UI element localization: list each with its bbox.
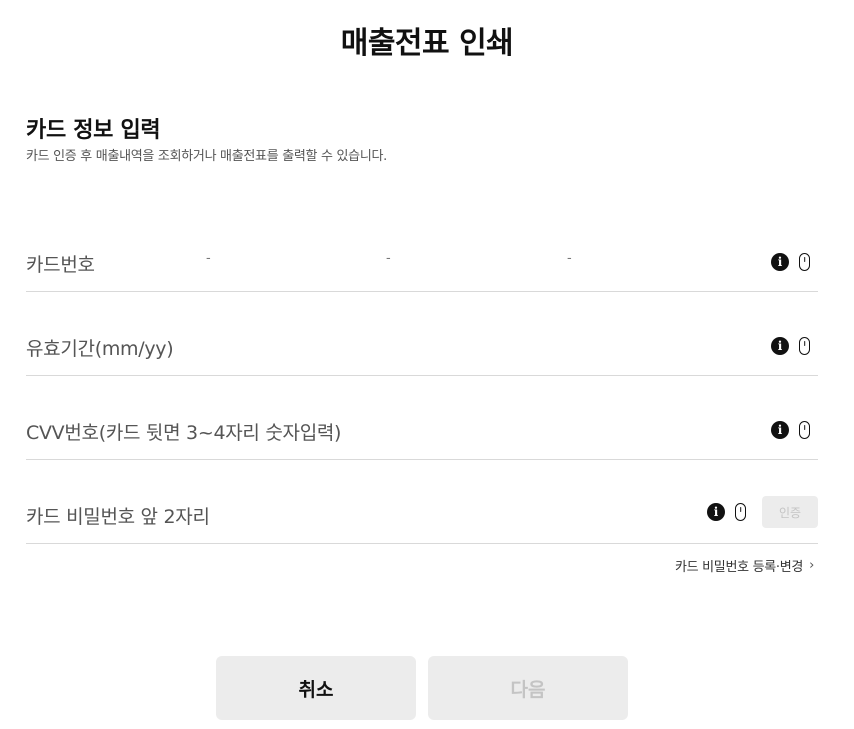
card-number-label: 카드번호 xyxy=(26,254,95,276)
password-icons: i 인증 xyxy=(707,496,818,528)
section-title: 카드 정보 입력 xyxy=(26,118,161,143)
card-number-seg3-input[interactable] xyxy=(406,236,530,286)
verify-button[interactable]: 인증 xyxy=(762,496,818,528)
mouse-icon[interactable] xyxy=(799,337,810,355)
card-number-seg2-input[interactable] xyxy=(226,236,350,286)
cvv-input[interactable] xyxy=(366,404,750,454)
cvv-label: CVV번호(카드 뒷면 3~4자리 숫자입력) xyxy=(26,422,342,444)
password-register-link[interactable]: 카드 비밀번호 등록·변경 › xyxy=(675,556,814,575)
cvv-icons: i xyxy=(771,418,810,442)
section-description: 카드 인증 후 매출내역을 조회하거나 매출전표를 출력할 수 있습니다. xyxy=(26,149,387,164)
page-title: 매출전표 인쇄 xyxy=(340,26,514,61)
card-number-separator: - xyxy=(567,251,572,266)
info-icon[interactable]: i xyxy=(771,253,789,271)
mouse-icon[interactable] xyxy=(799,421,810,439)
card-number-seg4-input[interactable] xyxy=(586,236,710,286)
mouse-icon[interactable] xyxy=(799,253,810,271)
card-number-seg3-container xyxy=(406,236,530,286)
card-number-seg2-container xyxy=(226,236,350,286)
cancel-button[interactable]: 취소 xyxy=(216,656,416,720)
mouse-icon[interactable] xyxy=(735,503,746,521)
expiry-input[interactable] xyxy=(226,320,750,370)
chevron-right-icon: › xyxy=(809,558,814,573)
expiry-row: 유효기간(mm/yy) i xyxy=(26,316,818,376)
expiry-icons: i xyxy=(771,334,810,358)
card-number-icons: i xyxy=(771,250,810,274)
card-number-separator: - xyxy=(386,251,391,266)
info-icon[interactable]: i xyxy=(771,421,789,439)
card-number-seg4-container xyxy=(586,236,710,286)
card-number-separator: - xyxy=(206,251,211,266)
info-icon[interactable]: i xyxy=(771,337,789,355)
password-register-label: 카드 비밀번호 등록·변경 xyxy=(674,560,804,575)
cvv-row: CVV번호(카드 뒷면 3~4자리 숫자입력) i xyxy=(26,400,818,460)
password-label: 카드 비밀번호 앞 2자리 xyxy=(26,506,210,528)
password-row: 카드 비밀번호 앞 2자리 i 인증 xyxy=(26,484,818,544)
info-icon[interactable]: i xyxy=(707,503,725,521)
card-verification-page: 매출전표 인쇄 카드 정보 입력 카드 인증 후 매출내역을 조회하거나 매출전… xyxy=(0,0,854,729)
card-number-row: 카드번호 - - - i xyxy=(26,232,818,292)
password-input[interactable] xyxy=(246,488,690,538)
card-number-seg1-container xyxy=(100,236,224,286)
expiry-label: 유효기간(mm/yy) xyxy=(26,338,174,360)
next-button[interactable]: 다음 xyxy=(428,656,628,720)
